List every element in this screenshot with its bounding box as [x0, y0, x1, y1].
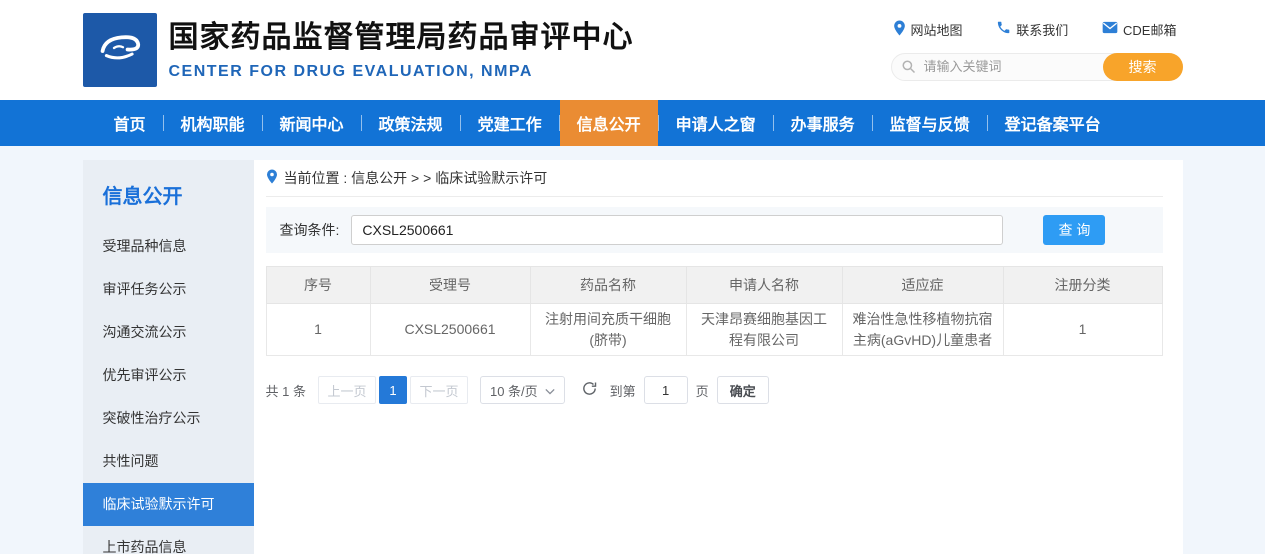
header-utility-links: 网站地图 联系我们 CDE邮箱 — [891, 20, 1183, 39]
cde-mail-link-label: CDE邮箱 — [1123, 20, 1176, 39]
cde-logo-emblem-icon — [92, 20, 148, 81]
cell-drug-name: 注射用间充质干细胞(脐带) — [530, 304, 686, 356]
content-area: 信息公开 受理品种信息 审评任务公示 沟通交流公示 优先审评公示 突破性治疗公示… — [83, 160, 1183, 554]
goto-page-label: 到第 — [610, 381, 636, 400]
breadcrumb-text: 当前位置 : 信息公开 > > 临床试验默示许可 — [284, 168, 548, 188]
next-page-button[interactable]: 下一页 — [410, 376, 468, 404]
sidebar-title: 信息公开 — [83, 180, 254, 209]
site-search: 搜索 — [891, 53, 1183, 81]
cell-acceptance-no: CXSL2500661 — [370, 304, 530, 356]
page-header: 国家药品监督管理局药品审评中心 CENTER FOR DRUG EVALUATI… — [0, 0, 1265, 100]
refresh-icon — [581, 380, 598, 400]
site-search-button[interactable]: 搜索 — [1103, 53, 1183, 81]
query-panel: 查询条件: 查 询 — [266, 207, 1163, 253]
nav-item-policies[interactable]: 政策法规 — [362, 100, 460, 146]
query-condition-input[interactable] — [351, 215, 1003, 245]
mail-icon — [1102, 21, 1118, 37]
cde-logo[interactable] — [83, 13, 157, 87]
nav-item-information-disclosure[interactable]: 信息公开 — [560, 100, 658, 146]
col-header-drug-name: 药品名称 — [530, 267, 686, 304]
prev-page-button[interactable]: 上一页 — [318, 376, 376, 404]
col-header-applicant: 申请人名称 — [686, 267, 842, 304]
site-subtitle: CENTER FOR DRUG EVALUATION, NMPA — [169, 63, 634, 81]
nav-item-functions[interactable]: 机构职能 — [164, 100, 262, 146]
nav-item-services[interactable]: 办事服务 — [774, 100, 872, 146]
sidebar-item-communication[interactable]: 沟通交流公示 — [83, 311, 254, 354]
nav-item-news[interactable]: 新闻中心 — [263, 100, 361, 146]
cell-registration-class: 1 — [1003, 304, 1162, 356]
breadcrumb: 当前位置 : 信息公开 > > 临床试验默示许可 — [266, 160, 1163, 197]
nav-item-home[interactable]: 首页 — [97, 100, 163, 146]
results-table: 序号 受理号 药品名称 申请人名称 适应症 注册分类 1 CXSL2500661… — [266, 266, 1163, 356]
goto-page-input[interactable] — [644, 376, 688, 404]
phone-icon — [996, 20, 1011, 38]
table-row: 1 CXSL2500661 注射用间充质干细胞(脐带) 天津昂赛细胞基因工程有限… — [266, 304, 1162, 356]
sidebar-item-priority-review[interactable]: 优先审评公示 — [83, 354, 254, 397]
sitemap-link-label: 网站地图 — [911, 20, 963, 39]
col-header-seq: 序号 — [266, 267, 370, 304]
main-panel: 当前位置 : 信息公开 > > 临床试验默示许可 查询条件: 查 询 序号 受理… — [254, 160, 1183, 554]
nav-item-party-building[interactable]: 党建工作 — [461, 100, 559, 146]
sidebar-item-accepted-varieties[interactable]: 受理品种信息 — [83, 225, 254, 268]
sidebar-item-breakthrough-therapy[interactable]: 突破性治疗公示 — [83, 397, 254, 440]
cell-applicant: 天津昂赛细胞基因工程有限公司 — [686, 304, 842, 356]
main-nav: 首页 机构职能 新闻中心 政策法规 党建工作 信息公开 申请人之窗 办事服务 监… — [0, 100, 1265, 146]
chevron-down-icon — [545, 383, 555, 398]
cde-mail-link[interactable]: CDE邮箱 — [1102, 20, 1176, 39]
cell-indication: 难治性急性移植物抗宿主病(aGvHD)儿童患者 — [842, 304, 1003, 356]
breadcrumb-pin-icon — [266, 169, 278, 187]
sitemap-link[interactable]: 网站地图 — [893, 20, 963, 39]
sidebar-item-review-tasks[interactable]: 审评任务公示 — [83, 268, 254, 311]
results-header-row: 序号 受理号 药品名称 申请人名称 适应症 注册分类 — [266, 267, 1162, 304]
nav-item-registration-platform[interactable]: 登记备案平台 — [988, 100, 1118, 146]
confirm-button[interactable]: 确定 — [717, 376, 769, 404]
pagination: 共 1 条 上一页 1 下一页 10 条/页 到第 页 确定 — [266, 376, 1163, 404]
cell-seq: 1 — [266, 304, 370, 356]
page-unit-label: 页 — [696, 381, 709, 400]
sidebar-item-marketed-drugs[interactable]: 上市药品信息 — [83, 526, 254, 554]
sidebar-item-clinical-trial-implied-license[interactable]: 临床试验默示许可 — [83, 483, 254, 526]
col-header-acceptance-no: 受理号 — [370, 267, 530, 304]
query-button[interactable]: 查 询 — [1043, 215, 1105, 245]
sidebar: 信息公开 受理品种信息 审评任务公示 沟通交流公示 优先审评公示 突破性治疗公示… — [83, 160, 254, 554]
search-icon — [901, 59, 916, 79]
sidebar-item-common-questions[interactable]: 共性问题 — [83, 440, 254, 483]
query-condition-label: 查询条件: — [280, 220, 340, 240]
pagination-total: 共 1 条 — [266, 381, 306, 400]
page-size-value: 10 条/页 — [490, 381, 538, 400]
page-number-button[interactable]: 1 — [379, 376, 407, 404]
refresh-button[interactable] — [581, 380, 598, 400]
nav-item-supervision-feedback[interactable]: 监督与反馈 — [873, 100, 987, 146]
nav-item-applicant-window[interactable]: 申请人之窗 — [659, 100, 773, 146]
location-pin-icon — [893, 20, 906, 39]
contact-us-link[interactable]: 联系我们 — [996, 20, 1068, 39]
site-title: 国家药品监督管理局药品审评中心 — [169, 19, 634, 57]
page-size-select[interactable]: 10 条/页 — [480, 376, 565, 404]
col-header-indication: 适应症 — [842, 267, 1003, 304]
col-header-registration-class: 注册分类 — [1003, 267, 1162, 304]
contact-us-link-label: 联系我们 — [1016, 20, 1068, 39]
